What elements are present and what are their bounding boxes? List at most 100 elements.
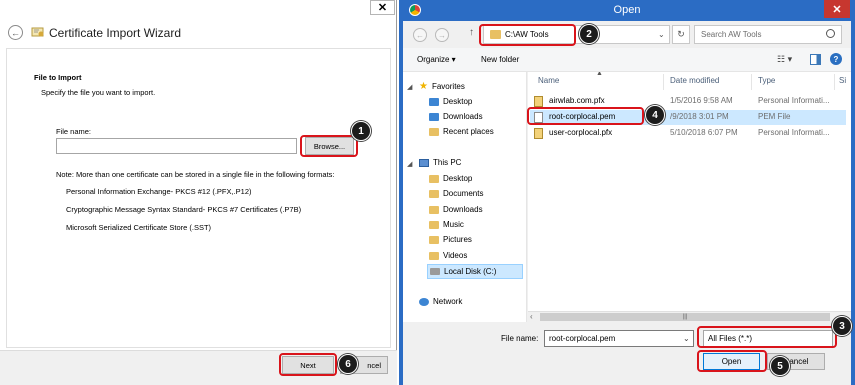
star-icon: ★ — [419, 81, 428, 92]
file-row-selected[interactable]: root-corplocal.pem /9/2018 3:01 PM PEM F… — [530, 110, 846, 125]
next-button[interactable]: Next — [282, 356, 334, 374]
help-icon[interactable]: ? — [830, 53, 842, 65]
nav-label: Recent places — [443, 127, 494, 136]
nav-item-documents[interactable]: Documents — [429, 189, 483, 198]
nav-item-pictures[interactable]: Pictures — [429, 235, 472, 244]
folder-icon — [490, 30, 501, 39]
close-button[interactable]: ✕ — [824, 0, 850, 18]
back-icon[interactable]: ← — [413, 28, 427, 42]
network-icon — [419, 297, 429, 306]
column-header-size[interactable]: Si — [839, 76, 846, 85]
search-icon — [826, 29, 835, 38]
step-badge: 3 — [832, 316, 852, 336]
file-row[interactable]: airwlab.com.pfx 1/5/2016 9:58 AM Persona… — [530, 94, 846, 109]
nav-label: Downloads — [443, 205, 483, 214]
new-folder-button[interactable]: New folder — [481, 55, 519, 64]
file-list: ▲ Name Date modified Type Si airwlab.com… — [528, 72, 851, 322]
nav-item-local-disk[interactable]: Local Disk (C:) — [427, 264, 523, 279]
file-row[interactable]: user-corplocal.pfx 5/10/2018 6:07 PM Per… — [530, 126, 846, 141]
scrollbar-thumb[interactable]: ||| — [540, 313, 830, 321]
section-heading: File to Import — [34, 73, 82, 82]
browse-button[interactable]: Browse... — [305, 137, 354, 155]
address-row: ← → ↑ C:\AW Tools ⌄ ↻ Search AW Tools — [403, 22, 851, 48]
column-divider[interactable] — [751, 74, 752, 90]
search-input[interactable]: Search AW Tools — [694, 25, 842, 44]
nav-item-recent-places[interactable]: Recent places — [429, 127, 494, 136]
file-name-label: File name: — [501, 334, 539, 343]
close-button[interactable]: ✕ — [370, 0, 395, 15]
collapse-icon[interactable]: ◢ — [407, 160, 412, 168]
chevron-down-icon[interactable]: ⌄ — [683, 334, 690, 343]
folder-icon — [429, 189, 439, 198]
file-name-input[interactable]: root-corplocal.pem — [544, 330, 694, 347]
nav-label: Desktop — [443, 174, 473, 183]
nav-label: Network — [433, 297, 463, 306]
certificate-icon — [31, 27, 44, 37]
format-item: Microsoft Serialized Certificate Store (… — [66, 223, 212, 232]
address-bar[interactable]: C:\AW Tools ⌄ — [483, 25, 670, 44]
column-header-type[interactable]: Type — [758, 76, 775, 85]
desktop-icon — [429, 97, 439, 106]
wizard-footer — [0, 350, 397, 385]
preview-pane-icon[interactable] — [810, 54, 821, 65]
dialog-title: Open — [613, 4, 641, 16]
back-arrow-icon[interactable]: ← — [8, 25, 23, 40]
nav-item-desktop[interactable]: Desktop — [429, 174, 472, 183]
nav-network[interactable]: Network — [419, 297, 462, 306]
column-divider[interactable] — [663, 74, 664, 90]
open-button[interactable]: Open — [703, 353, 760, 370]
close-icon: ✕ — [377, 2, 388, 14]
nav-this-pc[interactable]: This PC — [419, 158, 461, 167]
nav-label: Local Disk (C:) — [444, 267, 497, 276]
nav-label: Music — [443, 220, 464, 229]
folder-icon — [429, 251, 439, 260]
nav-item-videos[interactable]: Videos — [429, 251, 467, 260]
file-name: user-corplocal.pfx — [549, 128, 613, 137]
nav-favorites[interactable]: ★ Favorites — [419, 81, 465, 92]
nav-label: Favorites — [431, 82, 465, 91]
horizontal-scrollbar[interactable]: ‹ ||| › — [528, 311, 851, 322]
computer-icon — [419, 158, 429, 167]
nav-item-downloads[interactable]: Downloads — [429, 205, 483, 214]
organize-button[interactable]: Organize ▾ — [417, 55, 456, 64]
folder-icon — [429, 205, 439, 214]
address-path: C:\AW Tools — [505, 30, 549, 39]
certificate-import-wizard: ✕ ← Certificate Import Wizard File to Im… — [0, 0, 397, 385]
column-header-date[interactable]: Date modified — [670, 76, 719, 85]
view-options-icon[interactable]: ☷ ▾ — [777, 54, 792, 65]
refresh-icon[interactable]: ↻ — [672, 25, 690, 44]
file-type: Personal Informati... — [758, 128, 830, 137]
file-type-select[interactable]: All Files (*.*) — [703, 330, 833, 347]
file-icon — [534, 112, 543, 123]
nav-item-downloads[interactable]: Downloads — [429, 112, 483, 121]
folder-icon — [429, 235, 439, 244]
certificate-file-icon — [534, 96, 543, 107]
column-header-name[interactable]: Name — [538, 76, 559, 85]
nav-label: This PC — [433, 158, 462, 167]
file-name-label: File name: — [56, 127, 92, 136]
forward-icon[interactable]: → — [435, 28, 449, 42]
nav-label: Pictures — [443, 235, 472, 244]
dialog-titlebar: Open ✕ — [403, 0, 851, 21]
file-date: 1/5/2016 9:58 AM — [670, 96, 733, 105]
step-badge: 5 — [770, 356, 790, 376]
file-date: /9/2018 3:01 PM — [670, 112, 729, 121]
column-divider[interactable] — [834, 74, 835, 90]
scroll-left-icon[interactable]: ‹ — [530, 312, 533, 321]
file-name-input[interactable] — [56, 138, 297, 154]
nav-label: Videos — [443, 251, 468, 260]
up-arrow-icon[interactable]: ↑ — [469, 27, 474, 38]
close-icon: ✕ — [832, 3, 842, 16]
folder-icon — [429, 174, 439, 183]
nav-item-music[interactable]: Music — [429, 220, 464, 229]
chevron-down-icon[interactable]: ⌄ — [658, 30, 665, 39]
nav-label: Documents — [443, 189, 484, 198]
folder-icon — [429, 220, 439, 229]
nav-item-desktop[interactable]: Desktop — [429, 97, 472, 106]
step-badge: 6 — [338, 354, 358, 374]
search-placeholder: Search AW Tools — [701, 30, 762, 39]
recent-places-icon — [429, 127, 439, 136]
dialog-bottom-bar: File name: root-corplocal.pem ⌄ All File… — [403, 322, 851, 385]
wizard-title: Certificate Import Wizard — [49, 26, 182, 40]
collapse-icon[interactable]: ◢ — [407, 83, 412, 91]
